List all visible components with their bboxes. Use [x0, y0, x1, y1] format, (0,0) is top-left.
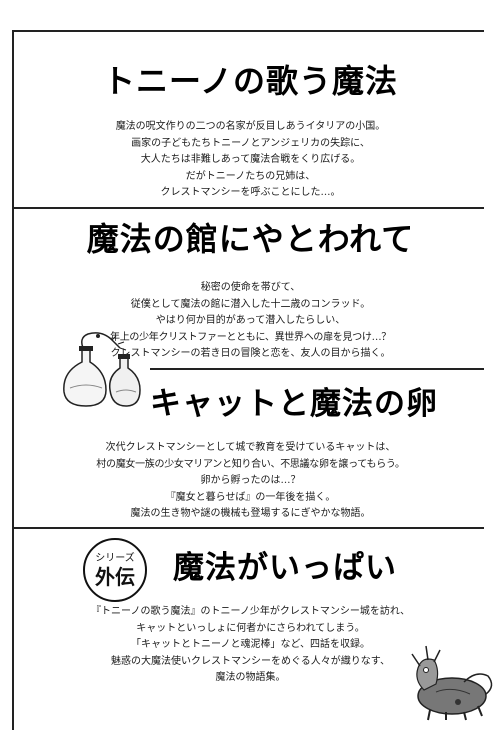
- description-line: 従僕として魔法の館に潜入した十二歳のコンラッド。: [130, 298, 371, 310]
- description-line: クレストマンシーを呼ぶことにした…。: [160, 187, 341, 198]
- description-line: 秘密の使命を帯びて、: [200, 282, 301, 293]
- section-divider: [12, 527, 484, 529]
- description-line: 村の魔女一族の少女マリアンと知り合い、不思議な卵を譲ってもらう。: [96, 458, 405, 470]
- description-line: 大人たちは非難しあって魔法合戦をくり広げる。: [140, 154, 361, 165]
- description-line: 魔法の生き物や謎の機械も登場するにぎやかな物語。: [130, 508, 371, 519]
- badge-top-label: シリーズ: [95, 553, 135, 564]
- section-divider: [12, 207, 484, 209]
- section-divider: [12, 30, 484, 32]
- creature-illustration: [411, 645, 493, 721]
- description-line: 画家の子どもたちトニーノとアンジェリカの失踪に、: [131, 137, 370, 149]
- series-gaiden-badge: シリーズ 外伝: [83, 538, 147, 602]
- section-title: 魔法がいっぱい: [173, 550, 397, 586]
- section-description: 次代クレストマンシーとして城で教育を受けているキャットは、 村の魔女一族の少女マ…: [0, 440, 501, 523]
- section-title: キャットと魔法の卵: [150, 386, 438, 422]
- badge-main-label: 外伝: [95, 565, 135, 589]
- description-line: キャットといっしょに何者かにさらわれてしまう。: [136, 622, 365, 634]
- section-divider: [150, 368, 484, 370]
- description-line: 次代クレストマンシーとして城で教育を受けているキャットは、: [105, 442, 396, 453]
- section-description: 魔法の呪文作りの二つの名家が反目しあうイタリアの小国。 画家の子どもたちトニーノ…: [0, 119, 501, 202]
- description-line: 卵から孵ったのは…？: [200, 475, 301, 486]
- description-line: 『トニーノの歌う魔法』のトニーノ少年がクレストマンシー城を訪れ、: [91, 606, 410, 617]
- description-line: 『魔女と暮らせば』の一年後を描く。: [165, 491, 336, 503]
- description-line: だがトニーノたちの兄姉は、: [185, 170, 316, 182]
- section-title: 魔法の館にやとわれて: [86, 220, 415, 258]
- flask-illustration: [63, 332, 141, 407]
- section-title: トニーノの歌う魔法: [102, 62, 399, 100]
- description-line: 魔法の呪文作りの二つの名家が反目しあうイタリアの小国。: [115, 121, 386, 132]
